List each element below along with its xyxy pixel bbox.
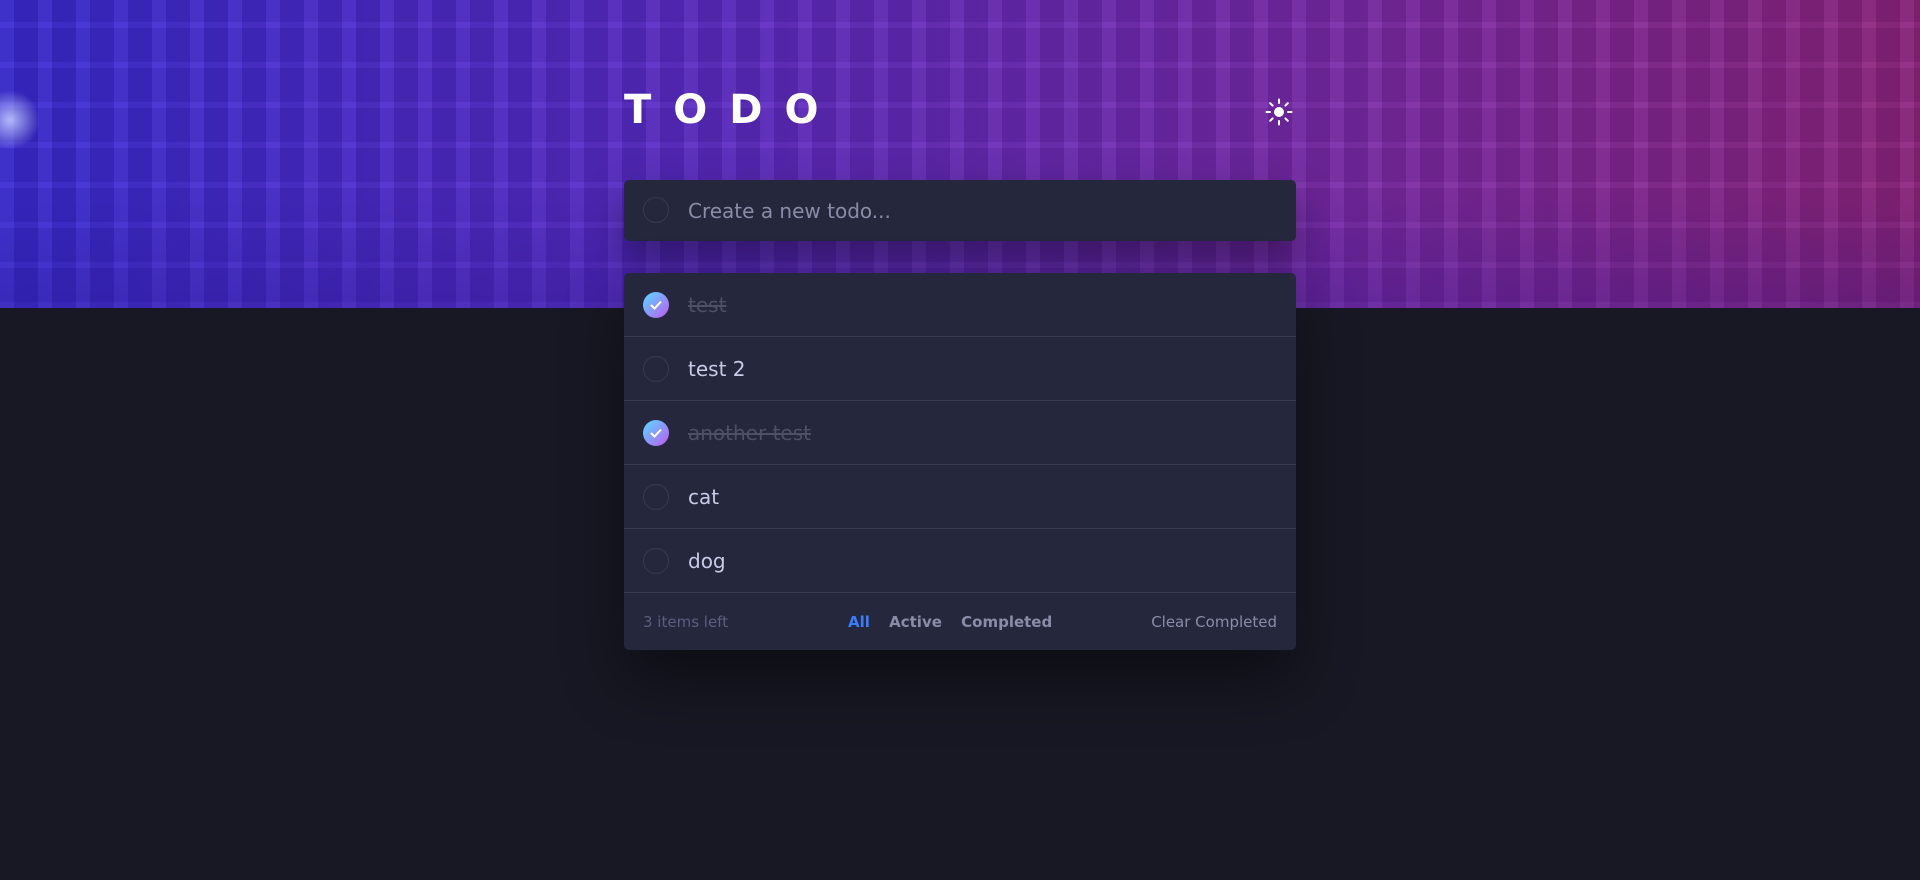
check-icon [650,300,662,310]
filter-all[interactable]: All [848,613,870,631]
sun-icon [1265,98,1293,126]
todo-item[interactable]: test 2 [624,337,1296,401]
todo-item[interactable]: another test [624,401,1296,465]
app-title: TODO [624,87,841,133]
header-background-image [0,0,1920,308]
todo-item[interactable]: test [624,273,1296,337]
todo-checkbox-checked[interactable] [643,420,669,446]
todo-item[interactable]: cat [624,465,1296,529]
todo-text: cat [688,485,720,509]
clear-completed-button[interactable]: Clear Completed [1151,594,1277,650]
todo-list: test test 2 another test cat dog 3 items… [624,273,1296,650]
todo-checkbox[interactable] [643,356,669,382]
new-todo-input[interactable] [688,180,1278,241]
todo-footer: 3 items left All Active Completed Clear … [624,594,1296,650]
todo-checkbox[interactable] [643,548,669,574]
todo-text: dog [688,549,726,573]
todo-item[interactable]: dog [624,529,1296,593]
theme-toggle-button[interactable] [1265,98,1293,126]
filter-group: All Active Completed [848,594,1066,650]
todo-checkbox[interactable] [643,484,669,510]
items-left-count: 3 items left [643,613,729,631]
todo-text: another test [688,421,811,445]
new-todo-bar [624,180,1296,241]
new-todo-check-circle[interactable] [643,197,669,223]
todo-text: test [688,293,727,317]
todo-checkbox-checked[interactable] [643,292,669,318]
filter-active[interactable]: Active [889,613,942,631]
todo-text: test 2 [688,357,746,381]
filter-completed[interactable]: Completed [961,613,1052,631]
check-icon [650,428,662,438]
